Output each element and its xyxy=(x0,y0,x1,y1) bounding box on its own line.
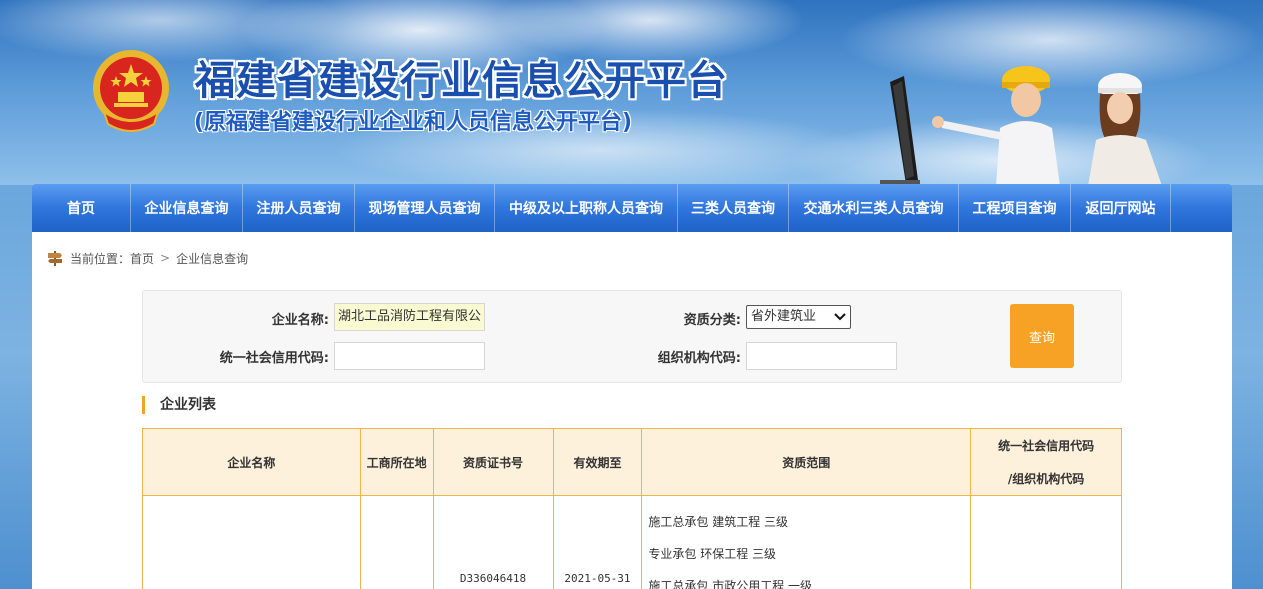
breadcrumb: 当前位置： 首页 > 企业信息查询 xyxy=(46,248,248,268)
signpost-icon xyxy=(48,251,62,266)
col-header-credit-code-line2: /组织机构代码 xyxy=(1007,472,1085,486)
col-header-cert-no: 资质证书号 xyxy=(432,428,554,496)
breadcrumb-current: 企业信息查询 xyxy=(176,251,249,266)
nav-item-registered-staff[interactable]: 注册人员查询 xyxy=(243,184,355,232)
query-button[interactable]: 查询 xyxy=(1010,304,1074,368)
chevron-down-icon xyxy=(834,313,846,321)
cell-cert-no: D336046418 xyxy=(432,495,554,589)
cell-scope: 施工总承包 建筑工程 三级 专业承包 环保工程 三级 施工总承包 市政公用工程 … xyxy=(641,495,972,589)
nav-item-projects[interactable]: 工程项目查询 xyxy=(959,184,1071,232)
workers-illustration xyxy=(932,66,1162,186)
col-header-credit-code: 统一社会信用代码 /组织机构代码 xyxy=(970,428,1122,496)
search-form: 企业名称: 湖北工品消防工程有限公 资质分类: 省外建筑业 统一社会信用代码: … xyxy=(142,290,1122,383)
national-emblem-icon xyxy=(93,50,169,132)
col-header-location: 工商所在地 xyxy=(359,428,434,496)
cell-credit-code xyxy=(970,495,1122,589)
nav-item-return-site[interactable]: 返回厅网站 xyxy=(1071,184,1171,232)
nav-item-three-categories[interactable]: 三类人员查询 xyxy=(678,184,789,232)
nav-item-professional-titles[interactable]: 中级及以上职称人员查询 xyxy=(495,184,678,232)
org-code-label: 组织机构代码: xyxy=(657,351,741,366)
breadcrumb-home-link[interactable]: 首页 xyxy=(130,250,154,267)
cell-valid-until: 2021-05-31 xyxy=(552,495,643,589)
col-header-company-name: 企业名称 xyxy=(142,428,361,496)
qualification-selected-value: 省外建筑业 xyxy=(751,309,817,324)
content-panel: 当前位置： 首页 > 企业信息查询 企业名称: 湖北工品消防工程有限公 资质分类… xyxy=(32,232,1232,589)
company-list-title: 企业列表 xyxy=(142,396,216,414)
nav-item-home[interactable]: 首页 xyxy=(32,184,131,232)
company-name-input[interactable]: 湖北工品消防工程有限公 xyxy=(334,303,485,331)
cell-company-name[interactable] xyxy=(142,495,361,589)
nav-item-transport-water[interactable]: 交通水利三类人员查询 xyxy=(789,184,959,232)
nav-item-site-managers[interactable]: 现场管理人员查询 xyxy=(355,184,495,232)
qualification-label: 资质分类: xyxy=(683,313,741,328)
scope-line: 专业承包 环保工程 三级 xyxy=(648,547,777,561)
scope-line: 施工总承包 市政公用工程 一级 xyxy=(648,579,813,589)
valid-until-value: 2021-05-31 xyxy=(564,572,631,585)
credit-code-input[interactable] xyxy=(334,342,485,370)
company-name-label: 企业名称: xyxy=(271,313,329,328)
monitor-illustration xyxy=(880,76,920,184)
credit-code-label: 统一社会信用代码: xyxy=(219,351,329,366)
header-banner: 福建省建设行业信息公开平台 (原福建省建设行业企业和人员信息公开平台) xyxy=(0,0,1263,186)
org-code-input[interactable] xyxy=(746,342,897,370)
cert-no-value: D336046418 xyxy=(459,572,527,585)
col-header-valid-until: 有效期至 xyxy=(552,428,643,496)
table-row: D336046418 2021-05-31 施工总承包 建筑工程 三级 专业承包… xyxy=(142,495,1122,589)
site-subtitle: (原福建省建设行业企业和人员信息公开平台) xyxy=(194,110,633,135)
main-nav: 首页 企业信息查询 注册人员查询 现场管理人员查询 中级及以上职称人员查询 三类… xyxy=(32,184,1232,232)
col-header-credit-code-line1: 统一社会信用代码 xyxy=(998,439,1095,453)
qualification-select[interactable]: 省外建筑业 xyxy=(746,305,851,329)
breadcrumb-prefix: 当前位置： xyxy=(70,251,131,266)
company-results-table: 企业名称 工商所在地 资质证书号 有效期至 资质范围 统一社会信用代码 /组织机… xyxy=(142,428,1122,589)
site-title: 福建省建设行业信息公开平台 xyxy=(195,58,728,104)
col-header-scope: 资质范围 xyxy=(641,428,972,496)
cell-location xyxy=(359,495,434,589)
scope-line: 施工总承包 建筑工程 三级 xyxy=(648,515,789,529)
table-header-row: 企业名称 工商所在地 资质证书号 有效期至 资质范围 统一社会信用代码 /组织机… xyxy=(142,428,1122,496)
breadcrumb-separator: > xyxy=(160,251,171,265)
nav-item-company-query[interactable]: 企业信息查询 xyxy=(131,184,243,232)
